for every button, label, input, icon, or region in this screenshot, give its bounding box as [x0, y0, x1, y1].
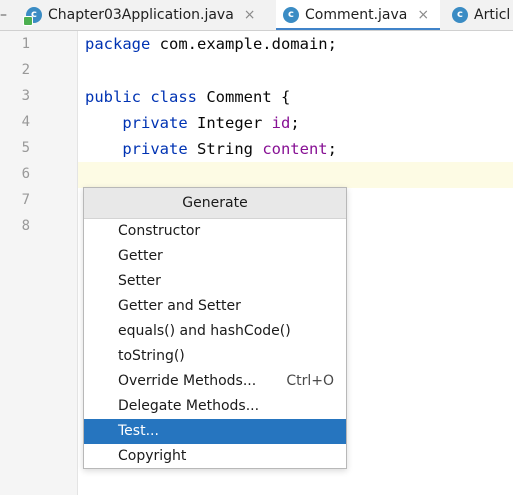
java-class-icon: c — [452, 7, 468, 23]
code-line-3[interactable]: public class Comment { — [85, 84, 290, 110]
line-number: 4 — [21, 114, 30, 130]
shortcut-hint: Ctrl+O — [286, 373, 334, 389]
close-tab-icon[interactable]: × — [417, 7, 429, 23]
menu-item-getter[interactable]: Getter — [84, 244, 346, 269]
java-class-icon: c — [283, 7, 299, 23]
field-name: id — [271, 114, 291, 132]
line-number: 2 — [21, 62, 30, 78]
menu-item-setter[interactable]: Setter — [84, 269, 346, 294]
java-class-icon: c — [23, 7, 42, 26]
tab-comment[interactable]: c Comment.java × — [276, 0, 440, 30]
tab-label: Articl — [474, 7, 511, 23]
code-text: String — [187, 140, 263, 158]
menu-item-tostring[interactable]: toString() — [84, 344, 346, 369]
menu-item-getter-and-setter[interactable]: Getter and Setter — [84, 294, 346, 319]
code-line-5[interactable]: private String content; — [85, 136, 337, 162]
line-number: 6 — [21, 166, 30, 182]
editor-tab-bar: – c Chapter03Application.java × c Commen… — [0, 0, 513, 31]
menu-item-copyright[interactable]: Copyright — [84, 444, 346, 469]
keyword: public — [85, 88, 141, 106]
menu-item-delegate-methods[interactable]: Delegate Methods... — [84, 394, 346, 419]
current-line-highlight — [78, 162, 513, 188]
keyword: class — [150, 88, 198, 106]
field-name: content — [262, 140, 328, 158]
menu-item-test[interactable]: Test... — [84, 419, 346, 444]
line-number: 5 — [21, 140, 30, 156]
menu-item-constructor[interactable]: Constructor — [84, 219, 346, 244]
menu-item-equals-hashcode[interactable]: equals() and hashCode() — [84, 319, 346, 344]
line-number: 7 — [21, 192, 30, 208]
code-line-4[interactable]: private Integer id; — [85, 110, 300, 136]
keyword: private — [122, 114, 188, 132]
keyword: package — [85, 35, 151, 53]
line-number: 8 — [21, 218, 30, 234]
tab-article[interactable]: c Articl — [452, 0, 513, 30]
code-line-1[interactable]: package com.example.domain; — [85, 31, 337, 57]
line-number: 3 — [21, 88, 30, 104]
run-badge-icon — [23, 16, 33, 26]
keyword: private — [122, 140, 188, 158]
tab-label: Comment.java — [305, 7, 408, 23]
code-text: Comment { — [197, 88, 291, 106]
line-number-gutter: 1 2 3 4 5 6 7 8 — [0, 31, 78, 495]
code-text: ; — [327, 140, 337, 158]
line-number: 1 — [21, 36, 30, 52]
code-text: com.example.domain; — [150, 35, 337, 53]
tab-label: Chapter03Application.java — [48, 7, 234, 23]
popup-title: Generate — [84, 188, 346, 219]
menu-item-override-methods[interactable]: Override Methods... Ctrl+O — [84, 369, 346, 394]
generate-popup: Generate Constructor Getter Setter Gette… — [83, 187, 347, 469]
tab-scroll-left-icon[interactable]: – — [0, 4, 14, 26]
code-text: ; — [290, 114, 300, 132]
tab-chapter03application[interactable]: c Chapter03Application.java × — [23, 0, 271, 30]
code-text: Integer — [187, 114, 272, 132]
close-tab-icon[interactable]: × — [244, 7, 256, 23]
